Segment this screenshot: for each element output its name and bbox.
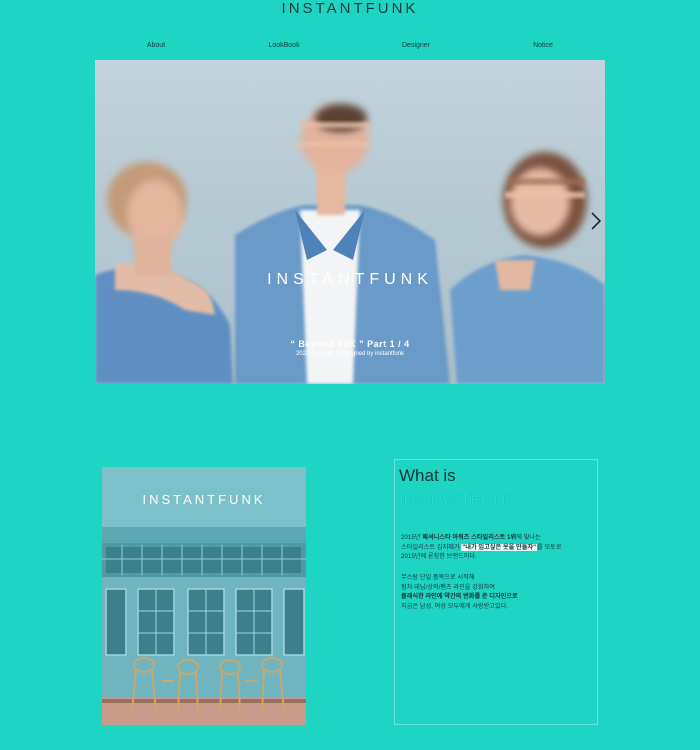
about-heading: What is bbox=[399, 466, 456, 485]
store-sign: INSTANTFUNK bbox=[142, 492, 266, 507]
about-panel: What is INSTANTFUNK? 2015년 패셔니스타 아워즈 스타일… bbox=[394, 459, 598, 725]
hero-title: INSTANTFUNK bbox=[267, 271, 433, 288]
hero-caption: “ Beyond Y2K ” Part 1 / 4 bbox=[290, 339, 410, 349]
store-photo: INSTANTFUNK bbox=[102, 467, 306, 725]
about-paragraph-2: 무스탕 단일 품목으로 시작해 점차 데님/상의/팬츠 라인을 강화하여 클래식… bbox=[401, 574, 518, 610]
about-paragraph-1: 2015년 패셔니스타 아워즈 스타일리스트 1위에 빛나는 스타일리스트 김지… bbox=[401, 534, 562, 560]
main-nav: About LookBook Designer Notice bbox=[0, 42, 700, 54]
hero-photo bbox=[95, 60, 605, 384]
brand-logo[interactable]: INSTANTFUNK bbox=[0, 0, 700, 18]
hero-slider: INSTANTFUNK “ Beyond Y2K ” Part 1 / 4 20… bbox=[95, 60, 605, 384]
chevron-right-icon[interactable] bbox=[590, 212, 602, 230]
nav-item-about[interactable]: About bbox=[147, 42, 165, 49]
nav-item-lookbook[interactable]: LookBook bbox=[268, 42, 299, 49]
nav-item-designer[interactable]: Designer bbox=[402, 42, 430, 49]
nav-item-notice[interactable]: Notice bbox=[533, 42, 553, 49]
about-brand-heading: INSTANTFUNK? bbox=[399, 490, 527, 509]
hero-subcaption: 2022 S/S Part 1 Designed by instantfunk bbox=[295, 351, 405, 357]
